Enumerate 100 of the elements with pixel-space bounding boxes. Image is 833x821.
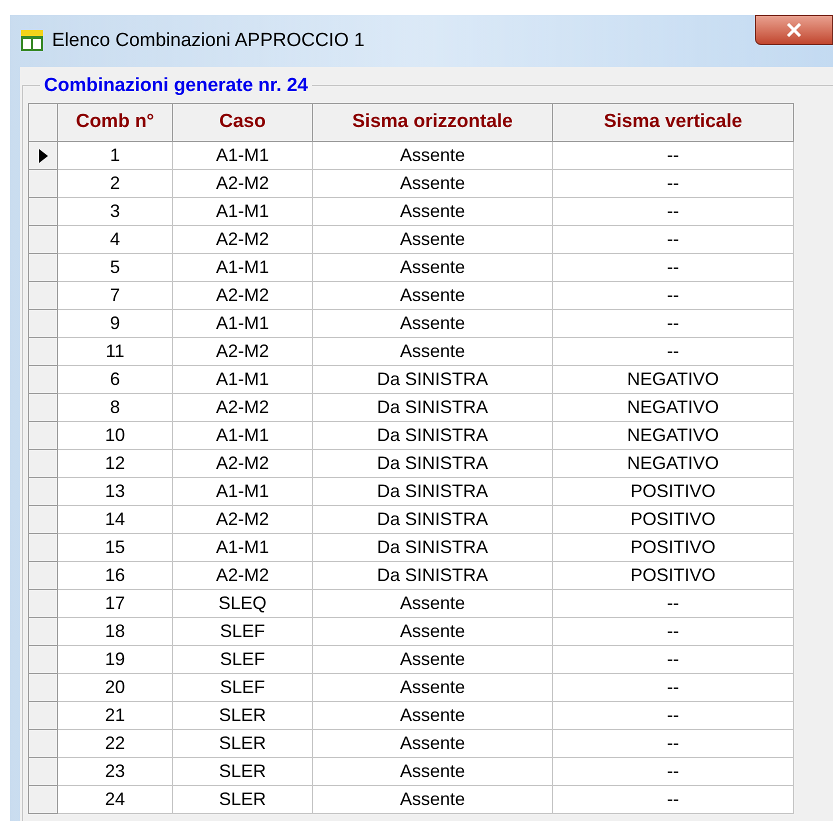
table-cell: -- (553, 254, 794, 282)
table-cell: 17 (58, 590, 173, 618)
table-cell: 22 (58, 730, 173, 758)
table-cell: A1-M1 (173, 254, 313, 282)
table-cell: 20 (58, 674, 173, 702)
table-cell: Da SINISTRA (313, 534, 553, 562)
table-cell: -- (553, 618, 794, 646)
table-cell: A1-M1 (173, 422, 313, 450)
table-cell: 4 (58, 226, 173, 254)
column-header[interactable]: Sisma verticale (553, 104, 794, 142)
table-cell: Assente (313, 730, 553, 758)
table-cell: Da SINISTRA (313, 422, 553, 450)
table-cell: NEGATIVO (553, 366, 794, 394)
close-icon (786, 23, 802, 37)
column-header[interactable]: Caso (173, 104, 313, 142)
table-cell: Assente (313, 590, 553, 618)
table-cell: A2-M2 (173, 506, 313, 534)
table-cell: -- (553, 282, 794, 310)
table-cell: 9 (58, 310, 173, 338)
table-cell: -- (553, 338, 794, 366)
table-cell: SLER (173, 702, 313, 730)
window-title: Elenco Combinazioni APPROCCIO 1 (52, 28, 365, 53)
table-cell: Assente (313, 282, 553, 310)
table-cell: Assente (313, 786, 553, 814)
table-cell: NEGATIVO (553, 422, 794, 450)
table-cell: A1-M1 (173, 478, 313, 506)
column-header[interactable]: Sisma orizzontale (313, 104, 553, 142)
row-header[interactable] (29, 142, 58, 170)
table-cell: Da SINISTRA (313, 562, 553, 590)
table-cell: Da SINISTRA (313, 506, 553, 534)
table-cell: 3 (58, 198, 173, 226)
table-cell: -- (553, 590, 794, 618)
table-cell: 6 (58, 366, 173, 394)
table-cell: Assente (313, 618, 553, 646)
table-cell: NEGATIVO (553, 394, 794, 422)
table-cell: A1-M1 (173, 310, 313, 338)
table-cell: 8 (58, 394, 173, 422)
table-cell: SLER (173, 786, 313, 814)
table-cell: 19 (58, 646, 173, 674)
table-cell: Assente (313, 646, 553, 674)
table-cell: SLER (173, 758, 313, 786)
table-cell: Assente (313, 702, 553, 730)
table-cell: Assente (313, 142, 553, 170)
table-cell: 23 (58, 758, 173, 786)
table-cell: SLER (173, 730, 313, 758)
table-cell: 5 (58, 254, 173, 282)
table-cell: -- (553, 786, 794, 814)
table-cell: A2-M2 (173, 282, 313, 310)
column-header[interactable]: Comb n° (58, 104, 173, 142)
table-cell: 10 (58, 422, 173, 450)
group-title: Combinazioni generate nr. 24 (40, 75, 312, 97)
table-cell: A2-M2 (173, 394, 313, 422)
table-cell: -- (553, 730, 794, 758)
table-cell: 2 (58, 170, 173, 198)
table-cell: NEGATIVO (553, 450, 794, 478)
table-cell: -- (553, 674, 794, 702)
table-cell: Da SINISTRA (313, 450, 553, 478)
table-cell: POSITIVO (553, 534, 794, 562)
table-cell: A1-M1 (173, 198, 313, 226)
table-cell: A1-M1 (173, 366, 313, 394)
table-cell: Da SINISTRA (313, 366, 553, 394)
table-icon (20, 30, 44, 52)
table-cell: Da SINISTRA (313, 478, 553, 506)
table-cell: POSITIVO (553, 562, 794, 590)
table-cell: POSITIVO (553, 478, 794, 506)
table-cell: A2-M2 (173, 226, 313, 254)
table-cell: 16 (58, 562, 173, 590)
table-cell: -- (553, 142, 794, 170)
table-cell: Assente (313, 674, 553, 702)
table-cell: Assente (313, 170, 553, 198)
table-cell: 15 (58, 534, 173, 562)
table-cell: -- (553, 702, 794, 730)
table-cell: 11 (58, 338, 173, 366)
table-cell: A2-M2 (173, 450, 313, 478)
table-cell: -- (553, 170, 794, 198)
table-cell: -- (553, 758, 794, 786)
table-cell: SLEQ (173, 590, 313, 618)
table-cell: 12 (58, 450, 173, 478)
table-cell: A2-M2 (173, 170, 313, 198)
table-cell: A2-M2 (173, 562, 313, 590)
table-cell: 24 (58, 786, 173, 814)
table-cell: Assente (313, 226, 553, 254)
table-cell: A2-M2 (173, 338, 313, 366)
current-row-icon (38, 148, 48, 162)
table-cell: Assente (313, 758, 553, 786)
table-cell: Assente (313, 310, 553, 338)
table-cell: 21 (58, 702, 173, 730)
table-cell: -- (553, 198, 794, 226)
table-cell: 7 (58, 282, 173, 310)
table-cell: Assente (313, 338, 553, 366)
table-cell: 18 (58, 618, 173, 646)
table-cell: -- (553, 226, 794, 254)
table-cell: SLEF (173, 618, 313, 646)
table-cell: -- (553, 310, 794, 338)
close-button[interactable] (755, 15, 833, 45)
table-cell: A1-M1 (173, 142, 313, 170)
table-cell: SLEF (173, 646, 313, 674)
table-cell: Assente (313, 254, 553, 282)
table-cell: Assente (313, 198, 553, 226)
table-cell: SLEF (173, 674, 313, 702)
